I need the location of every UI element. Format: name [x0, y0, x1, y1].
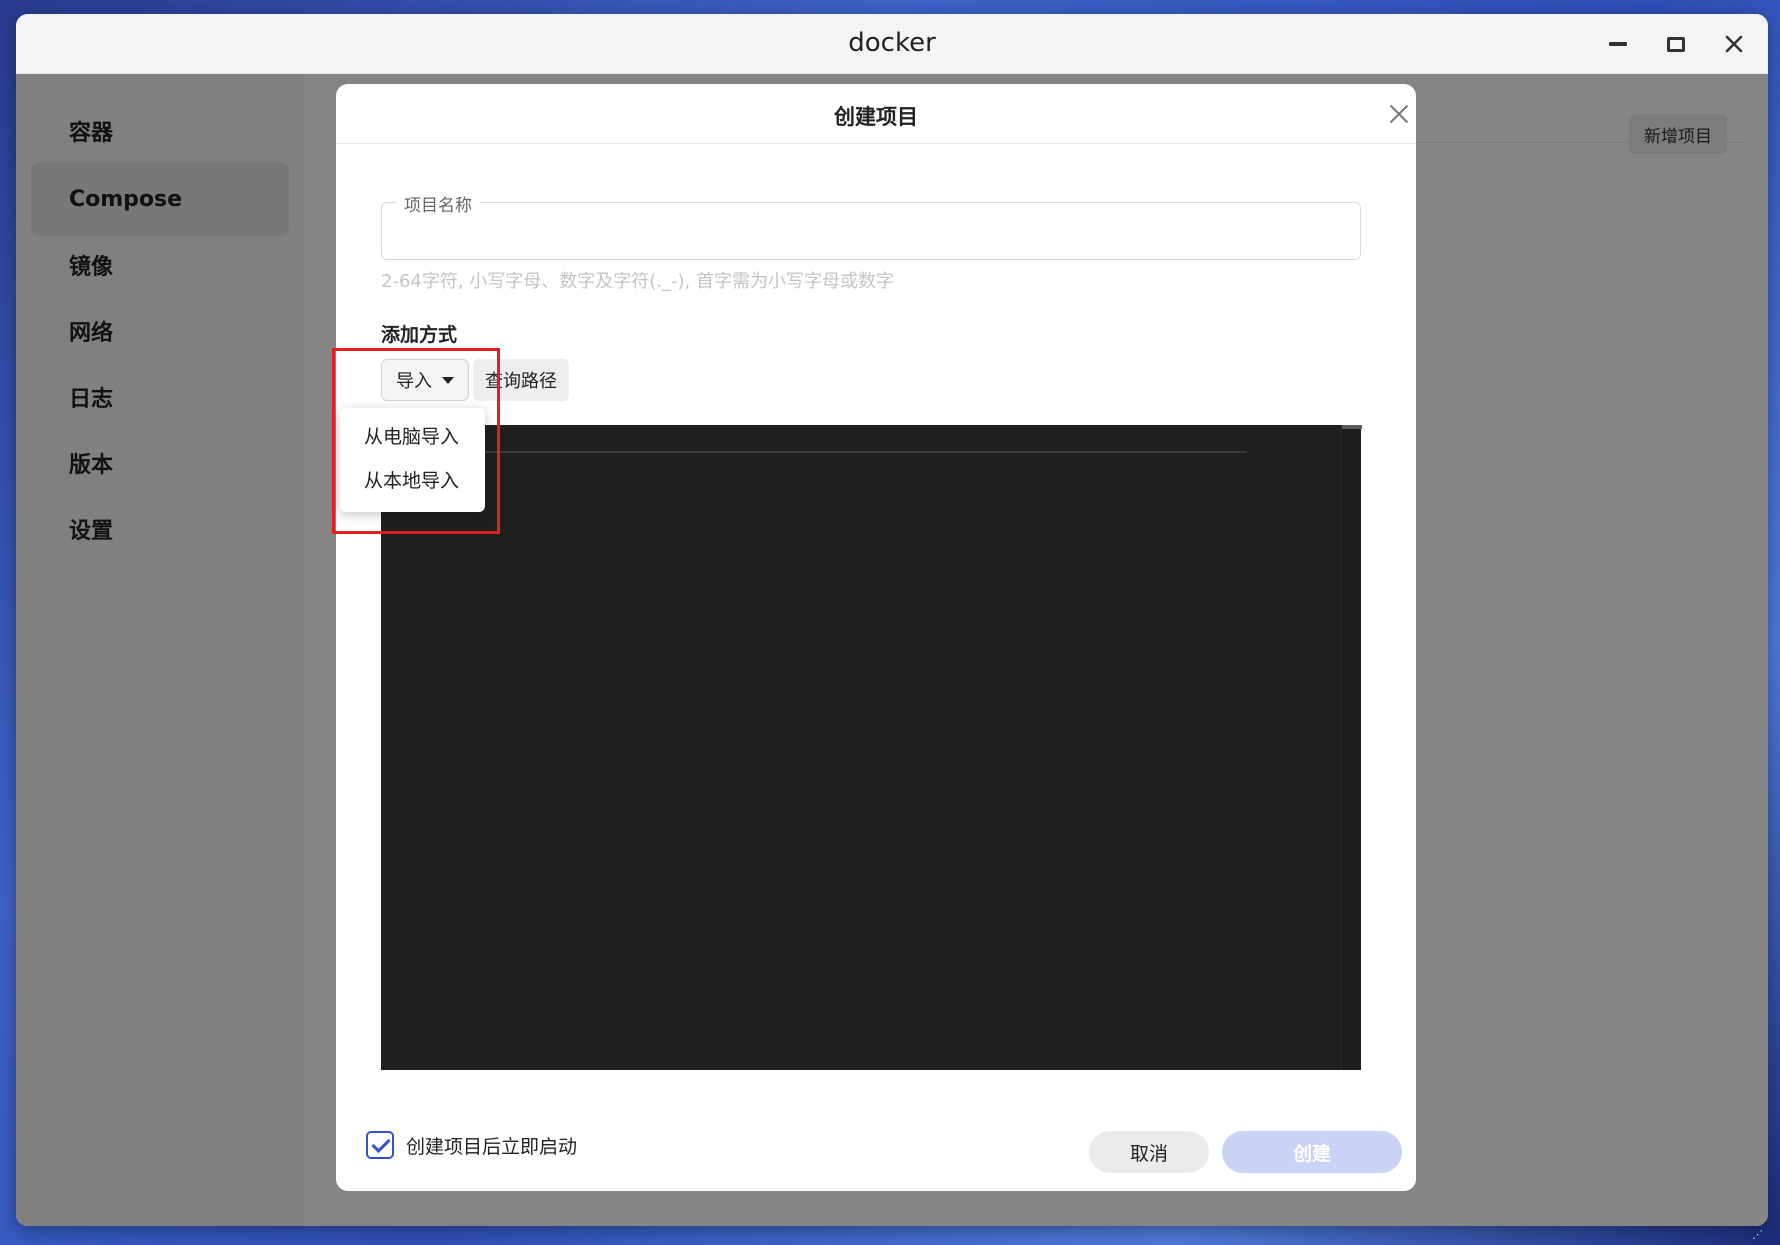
dialog-close-icon[interactable]	[1386, 101, 1412, 127]
create-button[interactable]: 创建	[1222, 1131, 1402, 1173]
project-name-field: 项目名称	[381, 191, 1361, 260]
resize-grip-icon[interactable]: ⋰	[1752, 1228, 1764, 1241]
autostart-checkbox[interactable]	[366, 1131, 394, 1159]
minimize-icon	[1609, 42, 1627, 46]
project-name-label: 项目名称	[396, 191, 480, 216]
cancel-button[interactable]: 取消	[1089, 1131, 1209, 1173]
autostart-option[interactable]: 创建项目后立即启动	[366, 1131, 577, 1159]
annotation-highlight-box	[332, 348, 500, 534]
dialog-header: 创建项目	[336, 84, 1416, 144]
project-name-input[interactable]	[394, 217, 1344, 247]
editor-current-line	[477, 451, 1247, 453]
project-name-hint: 2-64字符, 小写字母、数字及字符(._-), 首字需为小写字母或数字	[381, 271, 894, 292]
autostart-label: 创建项目后立即启动	[406, 1135, 578, 1158]
minimize-button[interactable]	[1598, 26, 1638, 62]
dialog-title: 创建项目	[834, 105, 918, 129]
title-bar: docker	[16, 14, 1768, 74]
create-project-dialog: 创建项目 项目名称 2-64字符, 小写字母、数字及字符(._-), 首字需为小…	[336, 84, 1416, 1191]
maximize-button[interactable]	[1656, 26, 1696, 62]
close-icon	[1725, 35, 1743, 53]
editor-scrollbar[interactable]	[1341, 425, 1362, 1070]
maximize-icon	[1667, 36, 1685, 52]
window-title: docker	[848, 28, 936, 58]
editor-scrollbar-thumb[interactable]	[1342, 425, 1362, 429]
add-method-label: 添加方式	[381, 324, 458, 346]
window-close-button[interactable]	[1714, 26, 1754, 62]
compose-editor[interactable]	[381, 425, 1362, 1070]
